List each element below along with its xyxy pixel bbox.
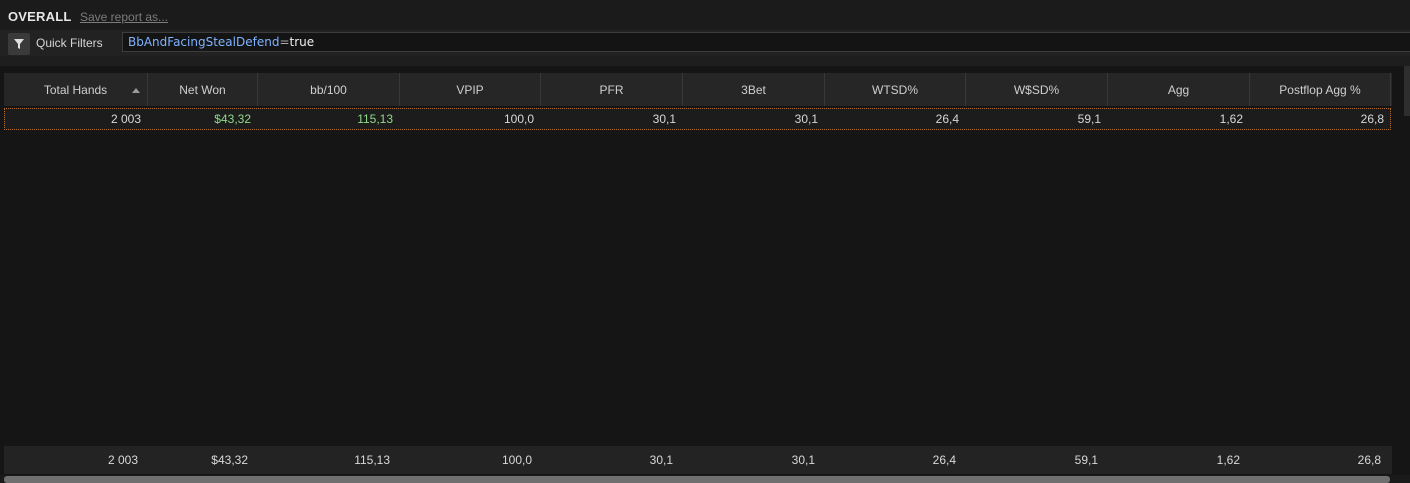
cell-3bet: 30,1	[794, 112, 818, 126]
funnel-icon	[14, 39, 24, 49]
filter-key: BbAndFacingStealDefend	[128, 35, 280, 49]
cell-total-hands: 2 003	[110, 112, 141, 126]
quick-filter-input[interactable]: BbAndFacingStealDefend=true	[122, 32, 1410, 52]
total-net-won: $43,32	[211, 453, 248, 467]
total-agg: 1,62	[1216, 453, 1240, 467]
total-bb100: 115,13	[354, 453, 390, 467]
quick-filters-label: Quick Filters	[36, 36, 103, 50]
column-header-bb100[interactable]: bb/100	[258, 73, 400, 106]
cell-postflop-agg: 26,8	[1360, 112, 1384, 126]
column-header-wtsd[interactable]: WTSD%	[825, 73, 966, 106]
filter-value: true	[289, 35, 315, 49]
cell-pfr: 30,1	[652, 112, 676, 126]
cell-wtsd: 26,4	[935, 112, 959, 126]
vertical-scrollbar[interactable]	[1404, 66, 1410, 116]
save-report-link[interactable]: Save report as...	[80, 10, 168, 24]
column-header-pfr[interactable]: PFR	[541, 73, 683, 106]
total-wtsd: 26,4	[932, 453, 956, 467]
report-header	[0, 0, 1410, 30]
cell-vpip: 100,0	[503, 112, 534, 126]
total-pfr: 30,1	[649, 453, 673, 467]
cell-wsd: 59,1	[1077, 112, 1101, 126]
column-header-wsd[interactable]: W$SD%	[966, 73, 1108, 106]
cell-bb100: 115,13	[357, 112, 393, 126]
sort-ascending-icon	[132, 88, 140, 93]
column-header-total-hands[interactable]: Total Hands	[4, 73, 148, 106]
total-3bet: 30,1	[791, 453, 815, 467]
column-header-3bet[interactable]: 3Bet	[683, 73, 825, 106]
report-title: OVERALL	[8, 9, 72, 24]
column-header-net-won[interactable]: Net Won	[148, 73, 258, 106]
horizontal-scrollbar-thumb[interactable]	[4, 476, 1390, 483]
cell-agg: 1,62	[1219, 112, 1243, 126]
cell-net-won: $43,32	[214, 112, 251, 126]
total-wsd: 59,1	[1074, 453, 1098, 467]
quick-filter-button[interactable]	[8, 33, 30, 55]
filter-operator: =	[279, 35, 290, 49]
total-total-hands: 2 003	[107, 453, 138, 467]
total-vpip: 100,0	[501, 453, 532, 467]
total-postflop-agg: 26,8	[1357, 453, 1381, 467]
column-header-postflop-agg[interactable]: Postflop Agg %	[1250, 73, 1391, 106]
column-header-agg[interactable]: Agg	[1108, 73, 1250, 106]
column-header-vpip[interactable]: VPIP	[400, 73, 541, 106]
